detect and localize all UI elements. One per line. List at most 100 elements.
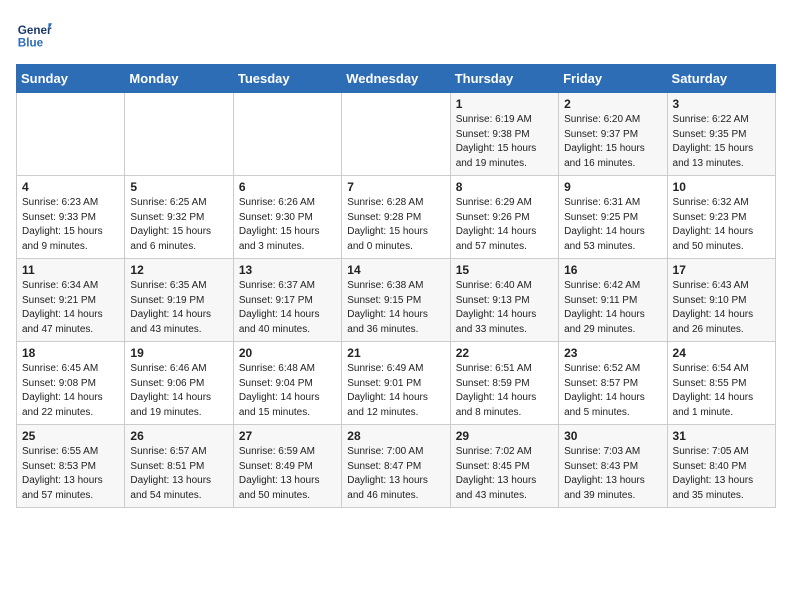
day-info: Sunrise: 6:43 AM Sunset: 9:10 PM Dayligh… — [673, 279, 770, 337]
calendar-cell: 27 Sunrise: 6:59 AM Sunset: 8:49 PM Dayli… — [233, 425, 341, 508]
day-info: Sunrise: 6:31 AM Sunset: 9:25 PM Dayligh… — [564, 196, 661, 254]
logo: General Blue — [16, 16, 56, 52]
day-number: 19 — [130, 346, 227, 360]
calendar-table: SundayMondayTuesdayWednesdayThursdayFrid… — [16, 64, 776, 508]
calendar-cell: 31 Sunrise: 7:05 AM Sunset: 8:40 PM Dayli… — [667, 425, 775, 508]
calendar-cell: 23 Sunrise: 6:52 AM Sunset: 8:57 PM Dayli… — [559, 342, 667, 425]
day-number: 13 — [239, 263, 336, 277]
day-info: Sunrise: 7:03 AM Sunset: 8:43 PM Dayligh… — [564, 445, 661, 503]
day-info: Sunrise: 6:59 AM Sunset: 8:49 PM Dayligh… — [239, 445, 336, 503]
day-info: Sunrise: 6:42 AM Sunset: 9:11 PM Dayligh… — [564, 279, 661, 337]
day-info: Sunrise: 6:54 AM Sunset: 8:55 PM Dayligh… — [673, 362, 770, 420]
day-header-sunday: Sunday — [17, 65, 125, 93]
logo-icon: General Blue — [16, 16, 52, 52]
calendar-cell: 8Sunrise: 6:29 AM Sunset: 9:26 PM Daylig… — [450, 176, 558, 259]
calendar-cell: 22 Sunrise: 6:51 AM Sunset: 8:59 PM Dayli… — [450, 342, 558, 425]
day-header-tuesday: Tuesday — [233, 65, 341, 93]
calendar-cell: 25Sunrise: 6:55 AM Sunset: 8:53 PM Dayli… — [17, 425, 125, 508]
day-number: 12 — [130, 263, 227, 277]
calendar-cell: 26Sunrise: 6:57 AM Sunset: 8:51 PM Dayli… — [125, 425, 233, 508]
week-row-2: 4 Sunrise: 6:23 AM Sunset: 9:33 PM Daylig… — [17, 176, 776, 259]
day-info: Sunrise: 6:37 AM Sunset: 9:17 PM Dayligh… — [239, 279, 336, 337]
calendar-cell: 30 Sunrise: 7:03 AM Sunset: 8:43 PM Dayli… — [559, 425, 667, 508]
day-info: Sunrise: 6:46 AM Sunset: 9:06 PM Dayligh… — [130, 362, 227, 420]
calendar-cell: 19 Sunrise: 6:46 AM Sunset: 9:06 PM Dayli… — [125, 342, 233, 425]
calendar-cell: 28 Sunrise: 7:00 AM Sunset: 8:47 PM Dayli… — [342, 425, 450, 508]
day-info: Sunrise: 6:52 AM Sunset: 8:57 PM Dayligh… — [564, 362, 661, 420]
day-number: 8 — [456, 180, 553, 194]
day-number: 1 — [456, 97, 553, 111]
calendar-cell: 5 Sunrise: 6:25 AM Sunset: 9:32 PM Daylig… — [125, 176, 233, 259]
day-number: 5 — [130, 180, 227, 194]
day-header-wednesday: Wednesday — [342, 65, 450, 93]
day-number: 2 — [564, 97, 661, 111]
calendar-cell: 21Sunrise: 6:49 AM Sunset: 9:01 PM Dayli… — [342, 342, 450, 425]
day-number: 31 — [673, 429, 770, 443]
week-row-1: 1 Sunrise: 6:19 AM Sunset: 9:38 PM Daylig… — [17, 93, 776, 176]
week-row-3: 11Sunrise: 6:34 AM Sunset: 9:21 PM Dayli… — [17, 259, 776, 342]
day-number: 4 — [22, 180, 119, 194]
day-info: Sunrise: 7:05 AM Sunset: 8:40 PM Dayligh… — [673, 445, 770, 503]
calendar-cell: 7 Sunrise: 6:28 AM Sunset: 9:28 PM Daylig… — [342, 176, 450, 259]
day-number: 30 — [564, 429, 661, 443]
day-number: 20 — [239, 346, 336, 360]
calendar-cell: 29 Sunrise: 7:02 AM Sunset: 8:45 PM Dayli… — [450, 425, 558, 508]
day-header-saturday: Saturday — [667, 65, 775, 93]
day-info: Sunrise: 6:45 AM Sunset: 9:08 PM Dayligh… — [22, 362, 119, 420]
day-number: 24 — [673, 346, 770, 360]
calendar-cell: 2 Sunrise: 6:20 AM Sunset: 9:37 PM Daylig… — [559, 93, 667, 176]
day-number: 16 — [564, 263, 661, 277]
day-info: Sunrise: 6:26 AM Sunset: 9:30 PM Dayligh… — [239, 196, 336, 254]
day-info: Sunrise: 6:35 AM Sunset: 9:19 PM Dayligh… — [130, 279, 227, 337]
day-info: Sunrise: 7:02 AM Sunset: 8:45 PM Dayligh… — [456, 445, 553, 503]
calendar-cell: 18 Sunrise: 6:45 AM Sunset: 9:08 PM Dayli… — [17, 342, 125, 425]
day-number: 7 — [347, 180, 444, 194]
day-number: 3 — [673, 97, 770, 111]
day-info: Sunrise: 6:51 AM Sunset: 8:59 PM Dayligh… — [456, 362, 553, 420]
day-number: 22 — [456, 346, 553, 360]
calendar-cell — [342, 93, 450, 176]
day-number: 18 — [22, 346, 119, 360]
day-info: Sunrise: 6:38 AM Sunset: 9:15 PM Dayligh… — [347, 279, 444, 337]
day-header-friday: Friday — [559, 65, 667, 93]
page-header: General Blue — [16, 16, 776, 52]
calendar-cell: 9 Sunrise: 6:31 AM Sunset: 9:25 PM Daylig… — [559, 176, 667, 259]
day-number: 10 — [673, 180, 770, 194]
day-info: Sunrise: 6:20 AM Sunset: 9:37 PM Dayligh… — [564, 113, 661, 171]
week-row-4: 18 Sunrise: 6:45 AM Sunset: 9:08 PM Dayli… — [17, 342, 776, 425]
calendar-cell: 12 Sunrise: 6:35 AM Sunset: 9:19 PM Dayli… — [125, 259, 233, 342]
day-info: Sunrise: 6:28 AM Sunset: 9:28 PM Dayligh… — [347, 196, 444, 254]
svg-text:General: General — [18, 24, 52, 37]
calendar-cell: 3 Sunrise: 6:22 AM Sunset: 9:35 PM Daylig… — [667, 93, 775, 176]
day-number: 25 — [22, 429, 119, 443]
calendar-cell: 20Sunrise: 6:48 AM Sunset: 9:04 PM Dayli… — [233, 342, 341, 425]
day-number: 17 — [673, 263, 770, 277]
calendar-cell — [17, 93, 125, 176]
day-header-monday: Monday — [125, 65, 233, 93]
day-info: Sunrise: 6:19 AM Sunset: 9:38 PM Dayligh… — [456, 113, 553, 171]
calendar-cell: 4 Sunrise: 6:23 AM Sunset: 9:33 PM Daylig… — [17, 176, 125, 259]
calendar-cell: 13 Sunrise: 6:37 AM Sunset: 9:17 PM Dayli… — [233, 259, 341, 342]
day-number: 15 — [456, 263, 553, 277]
day-info: Sunrise: 6:49 AM Sunset: 9:01 PM Dayligh… — [347, 362, 444, 420]
day-info: Sunrise: 6:25 AM Sunset: 9:32 PM Dayligh… — [130, 196, 227, 254]
day-number: 23 — [564, 346, 661, 360]
day-info: Sunrise: 6:32 AM Sunset: 9:23 PM Dayligh… — [673, 196, 770, 254]
day-info: Sunrise: 7:00 AM Sunset: 8:47 PM Dayligh… — [347, 445, 444, 503]
calendar-cell: 10 Sunrise: 6:32 AM Sunset: 9:23 PM Dayli… — [667, 176, 775, 259]
day-number: 9 — [564, 180, 661, 194]
day-number: 28 — [347, 429, 444, 443]
calendar-cell: 15Sunrise: 6:40 AM Sunset: 9:13 PM Dayli… — [450, 259, 558, 342]
day-number: 6 — [239, 180, 336, 194]
day-number: 27 — [239, 429, 336, 443]
day-info: Sunrise: 6:23 AM Sunset: 9:33 PM Dayligh… — [22, 196, 119, 254]
day-header-thursday: Thursday — [450, 65, 558, 93]
day-number: 14 — [347, 263, 444, 277]
calendar-cell: 17 Sunrise: 6:43 AM Sunset: 9:10 PM Dayli… — [667, 259, 775, 342]
day-number: 29 — [456, 429, 553, 443]
calendar-cell: 6 Sunrise: 6:26 AM Sunset: 9:30 PM Daylig… — [233, 176, 341, 259]
calendar-cell: 11Sunrise: 6:34 AM Sunset: 9:21 PM Dayli… — [17, 259, 125, 342]
day-info: Sunrise: 6:34 AM Sunset: 9:21 PM Dayligh… — [22, 279, 119, 337]
day-info: Sunrise: 6:22 AM Sunset: 9:35 PM Dayligh… — [673, 113, 770, 171]
calendar-cell — [233, 93, 341, 176]
